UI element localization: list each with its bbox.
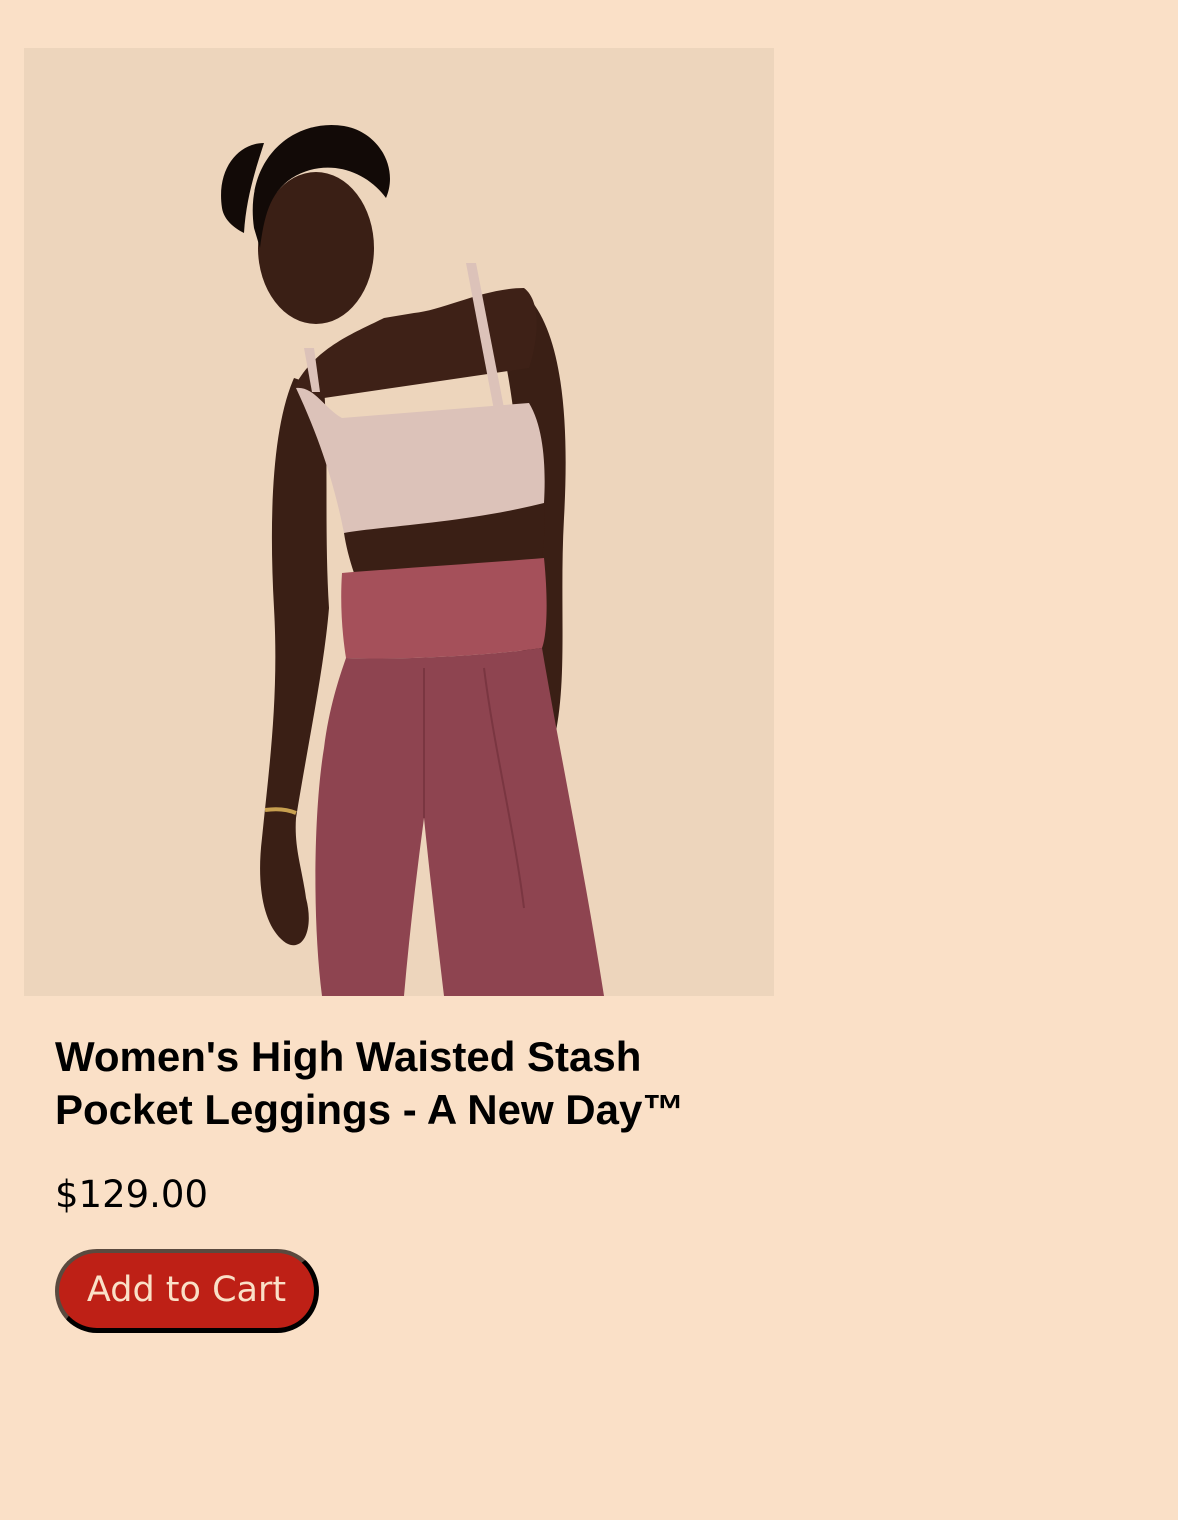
- product-image[interactable]: [24, 48, 774, 996]
- add-to-cart-button[interactable]: Add to Cart: [55, 1249, 319, 1333]
- product-title[interactable]: Women's High Waisted Stash Pocket Leggin…: [55, 1030, 745, 1136]
- product-price: $129.00: [55, 1173, 209, 1216]
- product-photo-illustration: [24, 48, 774, 996]
- product-card: Women's High Waisted Stash Pocket Leggin…: [24, 48, 774, 1333]
